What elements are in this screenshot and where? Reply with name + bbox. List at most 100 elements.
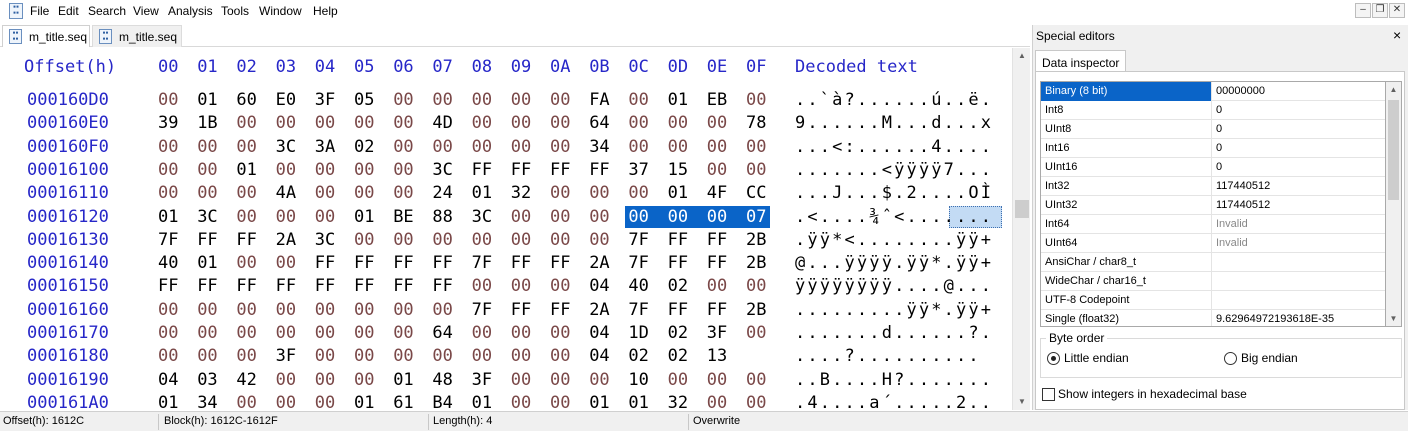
hex-byte[interactable]: 00 bbox=[354, 346, 374, 366]
hex-byte[interactable]: 03 bbox=[197, 370, 217, 390]
decoded-text-row[interactable]: ...<:......4.... bbox=[795, 137, 993, 157]
hex-byte[interactable]: 61 bbox=[393, 393, 413, 410]
inspector-row[interactable]: Single (float32) 9.62964972193618E-35 bbox=[1041, 310, 1385, 326]
menu-view[interactable]: View bbox=[133, 4, 159, 18]
hex-byte[interactable]: 01 bbox=[472, 393, 492, 410]
hex-byte[interactable]: FF bbox=[432, 276, 452, 296]
hex-byte[interactable]: 00 bbox=[354, 183, 374, 203]
hex-byte[interactable]: 02 bbox=[668, 346, 688, 366]
hex-byte[interactable]: 00 bbox=[315, 393, 335, 410]
hex-byte[interactable]: 00 bbox=[315, 113, 335, 133]
hex-byte[interactable]: 00 bbox=[432, 137, 452, 157]
hex-byte[interactable]: 00 bbox=[707, 113, 727, 133]
little-endian-radio[interactable]: Little endian bbox=[1047, 351, 1129, 365]
status-mode[interactable]: Overwrite bbox=[693, 415, 740, 427]
hex-byte[interactable]: 00 bbox=[315, 160, 335, 180]
hex-byte[interactable]: 00 bbox=[276, 160, 296, 180]
hex-byte[interactable]: FF bbox=[550, 300, 570, 320]
hex-byte[interactable]: 00 bbox=[511, 207, 531, 227]
hex-byte[interactable]: 40 bbox=[158, 253, 178, 273]
inspector-value[interactable] bbox=[1213, 272, 1385, 291]
hex-byte[interactable]: 01 bbox=[628, 393, 648, 410]
hex-byte[interactable]: 7F bbox=[628, 253, 648, 273]
hex-byte[interactable]: 00 bbox=[276, 207, 296, 227]
hex-byte[interactable]: 15 bbox=[668, 160, 688, 180]
hex-byte[interactable]: FF bbox=[668, 253, 688, 273]
hex-byte[interactable]: 42 bbox=[236, 370, 256, 390]
hex-byte[interactable]: 2B bbox=[746, 253, 766, 273]
hex-byte[interactable]: 24 bbox=[432, 183, 452, 203]
hex-byte[interactable]: 4D bbox=[432, 113, 452, 133]
hex-byte[interactable]: 1B bbox=[197, 113, 217, 133]
hex-byte[interactable]: FF bbox=[511, 160, 531, 180]
hex-byte[interactable]: FF bbox=[197, 230, 217, 250]
hex-byte[interactable]: 02 bbox=[668, 276, 688, 296]
inspector-row[interactable]: WideChar / char16_t bbox=[1041, 272, 1385, 291]
hex-byte[interactable]: B4 bbox=[432, 393, 452, 410]
inspector-row[interactable]: Binary (8 bit) 00000000 bbox=[1041, 82, 1385, 101]
scroll-down-arrow-icon[interactable]: ▼ bbox=[1386, 311, 1401, 326]
hex-byte[interactable]: FF bbox=[668, 300, 688, 320]
hex-byte[interactable]: 00 bbox=[511, 276, 531, 296]
hex-byte[interactable]: 00 bbox=[197, 160, 217, 180]
hex-byte[interactable]: 00 bbox=[550, 393, 570, 410]
decoded-text-row[interactable]: ÿÿÿÿÿÿÿÿ....@... bbox=[795, 276, 993, 296]
hex-byte[interactable]: 2B bbox=[746, 300, 766, 320]
hex-byte[interactable]: 13 bbox=[707, 346, 727, 366]
hex-byte[interactable]: FF bbox=[315, 253, 335, 273]
hex-byte[interactable]: 3F bbox=[276, 346, 296, 366]
hex-byte[interactable]: FF bbox=[236, 276, 256, 296]
hex-byte[interactable]: 00 bbox=[315, 346, 335, 366]
hex-byte[interactable]: 00 bbox=[589, 207, 609, 227]
hex-byte[interactable]: 3C bbox=[276, 137, 296, 157]
hex-byte[interactable]: 00 bbox=[158, 300, 178, 320]
hex-byte[interactable]: 00 bbox=[158, 346, 178, 366]
hex-byte[interactable]: 05 bbox=[354, 90, 374, 110]
hex-byte[interactable]: 01 bbox=[589, 393, 609, 410]
hex-byte[interactable]: 00 bbox=[746, 323, 766, 343]
hex-byte[interactable]: FF bbox=[354, 276, 374, 296]
hex-byte[interactable]: 04 bbox=[589, 276, 609, 296]
hex-byte[interactable]: 00 bbox=[315, 300, 335, 320]
decoded-text-row[interactable]: ..B....H?....... bbox=[795, 370, 993, 390]
hex-byte[interactable]: FF bbox=[315, 276, 335, 296]
hex-byte[interactable]: 04 bbox=[158, 370, 178, 390]
hex-byte[interactable]: 60 bbox=[236, 90, 256, 110]
hex-byte[interactable]: 02 bbox=[354, 137, 374, 157]
hex-byte[interactable]: 00 bbox=[550, 183, 570, 203]
hex-byte[interactable]: 00 bbox=[393, 346, 413, 366]
hex-byte[interactable]: 00 bbox=[746, 370, 766, 390]
hex-byte[interactable]: 00 bbox=[432, 90, 452, 110]
hex-byte[interactable]: FF bbox=[158, 276, 178, 296]
hex-byte[interactable]: FF bbox=[589, 160, 609, 180]
hex-byte[interactable]: 00 bbox=[589, 230, 609, 250]
hex-byte[interactable]: 2A bbox=[276, 230, 296, 250]
scroll-up-arrow-icon[interactable]: ▲ bbox=[1386, 82, 1401, 97]
hex-byte[interactable]: 00 bbox=[393, 113, 413, 133]
hex-byte[interactable]: 00 bbox=[550, 346, 570, 366]
decoded-text-row[interactable]: .........ÿÿ*.ÿÿ+ bbox=[795, 300, 993, 320]
menu-file[interactable]: File bbox=[30, 4, 49, 18]
menu-tools[interactable]: Tools bbox=[221, 4, 249, 18]
scrollbar-thumb[interactable] bbox=[1388, 100, 1399, 200]
tab-m-title-seq-2[interactable]: ▪▪ ▪▪ m_title.seq bbox=[92, 25, 182, 47]
inspector-value[interactable]: 9.62964972193618E-35 bbox=[1213, 310, 1385, 326]
hex-byte[interactable]: 3C bbox=[432, 160, 452, 180]
hex-byte[interactable]: 00 bbox=[236, 207, 256, 227]
hex-byte[interactable]: 00 bbox=[511, 137, 531, 157]
hex-byte[interactable]: 01 bbox=[158, 393, 178, 410]
hex-byte[interactable]: CC bbox=[746, 183, 766, 203]
hex-byte[interactable]: 3F bbox=[707, 323, 727, 343]
hex-byte[interactable]: 00 bbox=[393, 230, 413, 250]
hex-byte[interactable]: 00 bbox=[746, 276, 766, 296]
inspector-value[interactable]: 0 bbox=[1213, 120, 1385, 139]
inspector-row[interactable]: UInt16 0 bbox=[1041, 158, 1385, 177]
inspector-value[interactable] bbox=[1213, 253, 1385, 272]
hex-byte[interactable]: 7F bbox=[158, 230, 178, 250]
hex-byte[interactable]: 01 bbox=[197, 253, 217, 273]
hex-byte[interactable]: 00 bbox=[472, 346, 492, 366]
hex-byte[interactable]: 00 bbox=[276, 370, 296, 390]
menu-edit[interactable]: Edit bbox=[58, 4, 79, 18]
hex-byte[interactable]: 00 bbox=[354, 160, 374, 180]
menu-help[interactable]: Help bbox=[313, 4, 338, 18]
